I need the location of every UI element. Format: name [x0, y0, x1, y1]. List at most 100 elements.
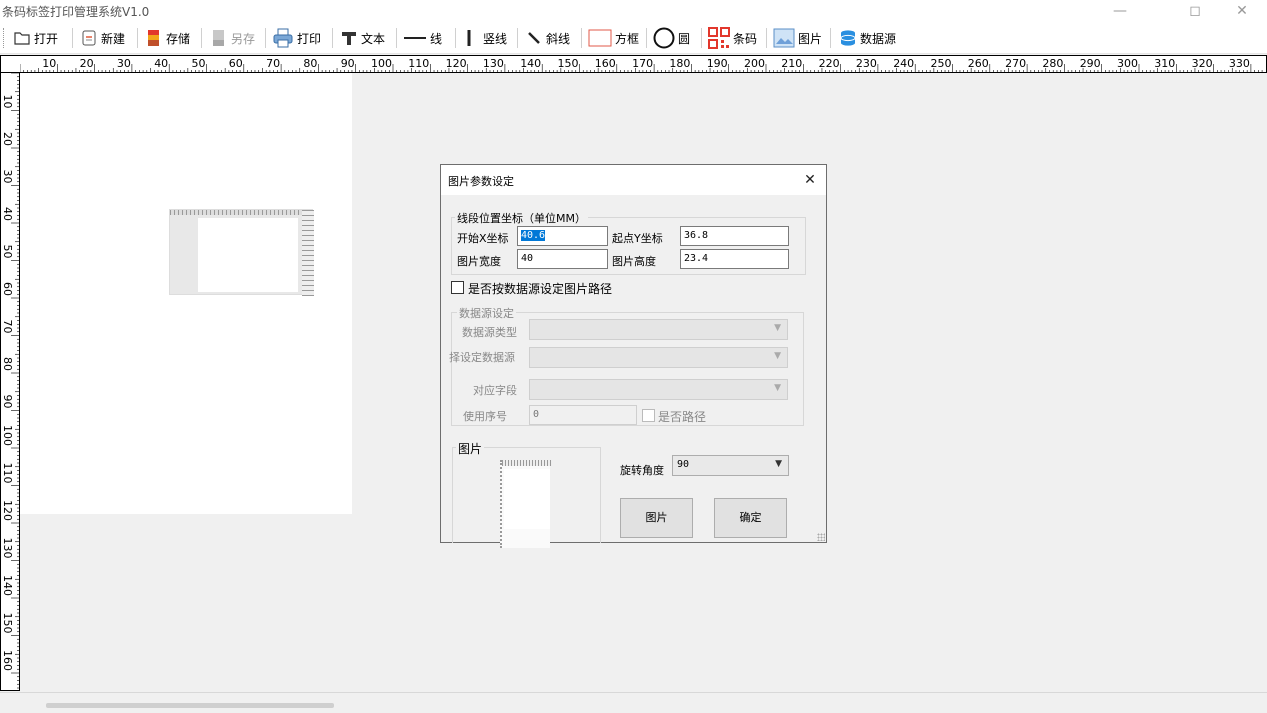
- dialog-title: 图片参数设定: [448, 175, 514, 188]
- ruler-label: 110: [408, 57, 429, 70]
- ruler-label: 140: [1, 575, 14, 596]
- line-button[interactable]: 线: [403, 26, 442, 50]
- ruler-corner: [0, 55, 20, 73]
- is-path-label[interactable]: 是否路径: [658, 408, 706, 425]
- minimize-button[interactable]: —: [1097, 0, 1143, 22]
- ruler-label: 50: [1, 245, 14, 259]
- chevron-down-icon: ▼: [774, 323, 781, 333]
- rect-button[interactable]: 方框: [588, 26, 639, 50]
- toolbar-separator: [137, 28, 138, 48]
- datasource-button[interactable]: 数据源: [839, 26, 896, 50]
- ruler-label: 100: [371, 57, 392, 70]
- label-paper[interactable]: [20, 73, 352, 514]
- maximize-button[interactable]: ◻: [1172, 0, 1218, 22]
- start-x-label: 开始X坐标: [457, 232, 509, 245]
- ruler-label: 90: [1, 395, 14, 409]
- start-x-value: 40.6: [521, 230, 546, 241]
- printer-icon: [272, 27, 294, 49]
- ruler-label: 120: [1, 500, 14, 521]
- barcode-button[interactable]: 条码: [708, 26, 757, 50]
- toolbar-grip: [3, 28, 6, 48]
- save-button[interactable]: 存储: [145, 26, 190, 50]
- use-datasource-label[interactable]: 是否按数据源设定图片路径: [468, 280, 612, 297]
- ruler-label: 160: [1, 650, 14, 671]
- ruler-label: 60: [1, 282, 14, 296]
- save-as-button[interactable]: 另存: [210, 26, 255, 50]
- ruler-label: 300: [1117, 57, 1138, 70]
- horizontal-ruler-ticks: 10 20 30 40 50 60 70 80 90 100 110 120 130 140 150 160 1…: [19, 57, 1263, 73]
- start-y-input[interactable]: 36.8: [680, 226, 789, 246]
- save-as-icon: [210, 29, 228, 47]
- ruler-label: 70: [266, 57, 280, 70]
- ruler-label: 80: [303, 57, 317, 70]
- ruler-label: 160: [595, 57, 616, 70]
- ok-button[interactable]: 确定: [714, 498, 787, 538]
- vline-label: 竖线: [483, 31, 508, 46]
- index-input[interactable]: 0: [529, 405, 637, 425]
- field-select[interactable]: ▼: [529, 379, 788, 400]
- width-input[interactable]: 40: [517, 249, 608, 269]
- ruler-label: 140: [520, 57, 541, 70]
- open-button[interactable]: 打开: [13, 26, 58, 50]
- datasource-select[interactable]: ▼: [529, 347, 788, 368]
- ruler-label: 10: [42, 57, 56, 70]
- rectangle-icon: [588, 29, 612, 47]
- text-icon: [340, 29, 358, 47]
- vline-button[interactable]: 竖线: [462, 26, 507, 50]
- start-y-label: 起点Y坐标: [612, 232, 663, 245]
- save-label: 存储: [166, 31, 191, 46]
- horizontal-scrollbar[interactable]: [46, 703, 334, 708]
- datasource-type-select[interactable]: ▼: [529, 319, 788, 340]
- use-datasource-checkbox[interactable]: [451, 281, 464, 294]
- start-x-input[interactable]: 40.6: [517, 226, 608, 246]
- chevron-down-icon: ▼: [774, 351, 781, 361]
- rotate-select[interactable]: 90 ▼: [672, 455, 789, 476]
- picture-icon: [773, 28, 795, 48]
- height-input[interactable]: 23.4: [680, 249, 789, 269]
- ruler-label: 130: [483, 57, 504, 70]
- image-preview-content: [504, 469, 550, 529]
- toolbar-separator: [517, 28, 518, 48]
- new-button[interactable]: 新建: [80, 26, 125, 50]
- new-label: 新建: [101, 31, 126, 46]
- barcode-label: 条码: [733, 31, 758, 46]
- ruler-label: 220: [819, 57, 840, 70]
- resize-grip-icon[interactable]: [817, 533, 825, 541]
- close-button[interactable]: ✕: [1219, 0, 1265, 22]
- new-file-icon: [80, 29, 98, 47]
- chevron-down-icon: ▼: [775, 459, 782, 469]
- is-path-checkbox[interactable]: [642, 409, 655, 422]
- toolbar-separator: [646, 28, 647, 48]
- ruler-label: 320: [1192, 57, 1213, 70]
- image-settings-dialog: 图片参数设定 ✕ 线段位置坐标（单位MM） 开始X坐标 40.6 起点Y坐标 3…: [440, 164, 827, 548]
- circle-button[interactable]: 圆: [653, 26, 690, 50]
- height-value: 23.4: [684, 253, 709, 264]
- ruler-label: 100: [1, 425, 14, 446]
- ruler-label: 20: [1, 132, 14, 146]
- choose-image-button[interactable]: 图片: [620, 498, 693, 538]
- line-label: 线: [430, 31, 443, 46]
- dialog-close-button[interactable]: ✕: [800, 170, 820, 190]
- ruler-label: 20: [80, 57, 94, 70]
- ruler-label: 290: [1080, 57, 1101, 70]
- vertical-line-icon: [462, 29, 480, 47]
- ruler-label: 190: [707, 57, 728, 70]
- field-label: 对应字段: [473, 384, 517, 397]
- vertical-ruler-ticks: 10 20 30 40 50 60 70 80 90 100 110 120 130 140 150 160: [1, 72, 20, 689]
- print-button[interactable]: 打印: [272, 26, 321, 50]
- image-preview-group: [452, 447, 601, 548]
- ruler-label: 280: [1042, 57, 1063, 70]
- image-element[interactable]: [169, 209, 314, 296]
- text-button[interactable]: 文本: [340, 26, 385, 50]
- image-label: 图片: [798, 31, 823, 46]
- image-button[interactable]: 图片: [773, 26, 822, 50]
- ruler-label: 260: [968, 57, 989, 70]
- ruler-label: 230: [856, 57, 877, 70]
- image-element-content: [198, 218, 298, 292]
- datasource-label: 数据源: [860, 31, 897, 46]
- ruler-label: 180: [669, 57, 690, 70]
- datasource-group-label: 数据源设定: [457, 305, 516, 321]
- ruler-label: 10: [1, 95, 14, 109]
- diagonal-line-button[interactable]: 斜线: [525, 26, 570, 50]
- toolbar-separator: [72, 28, 73, 48]
